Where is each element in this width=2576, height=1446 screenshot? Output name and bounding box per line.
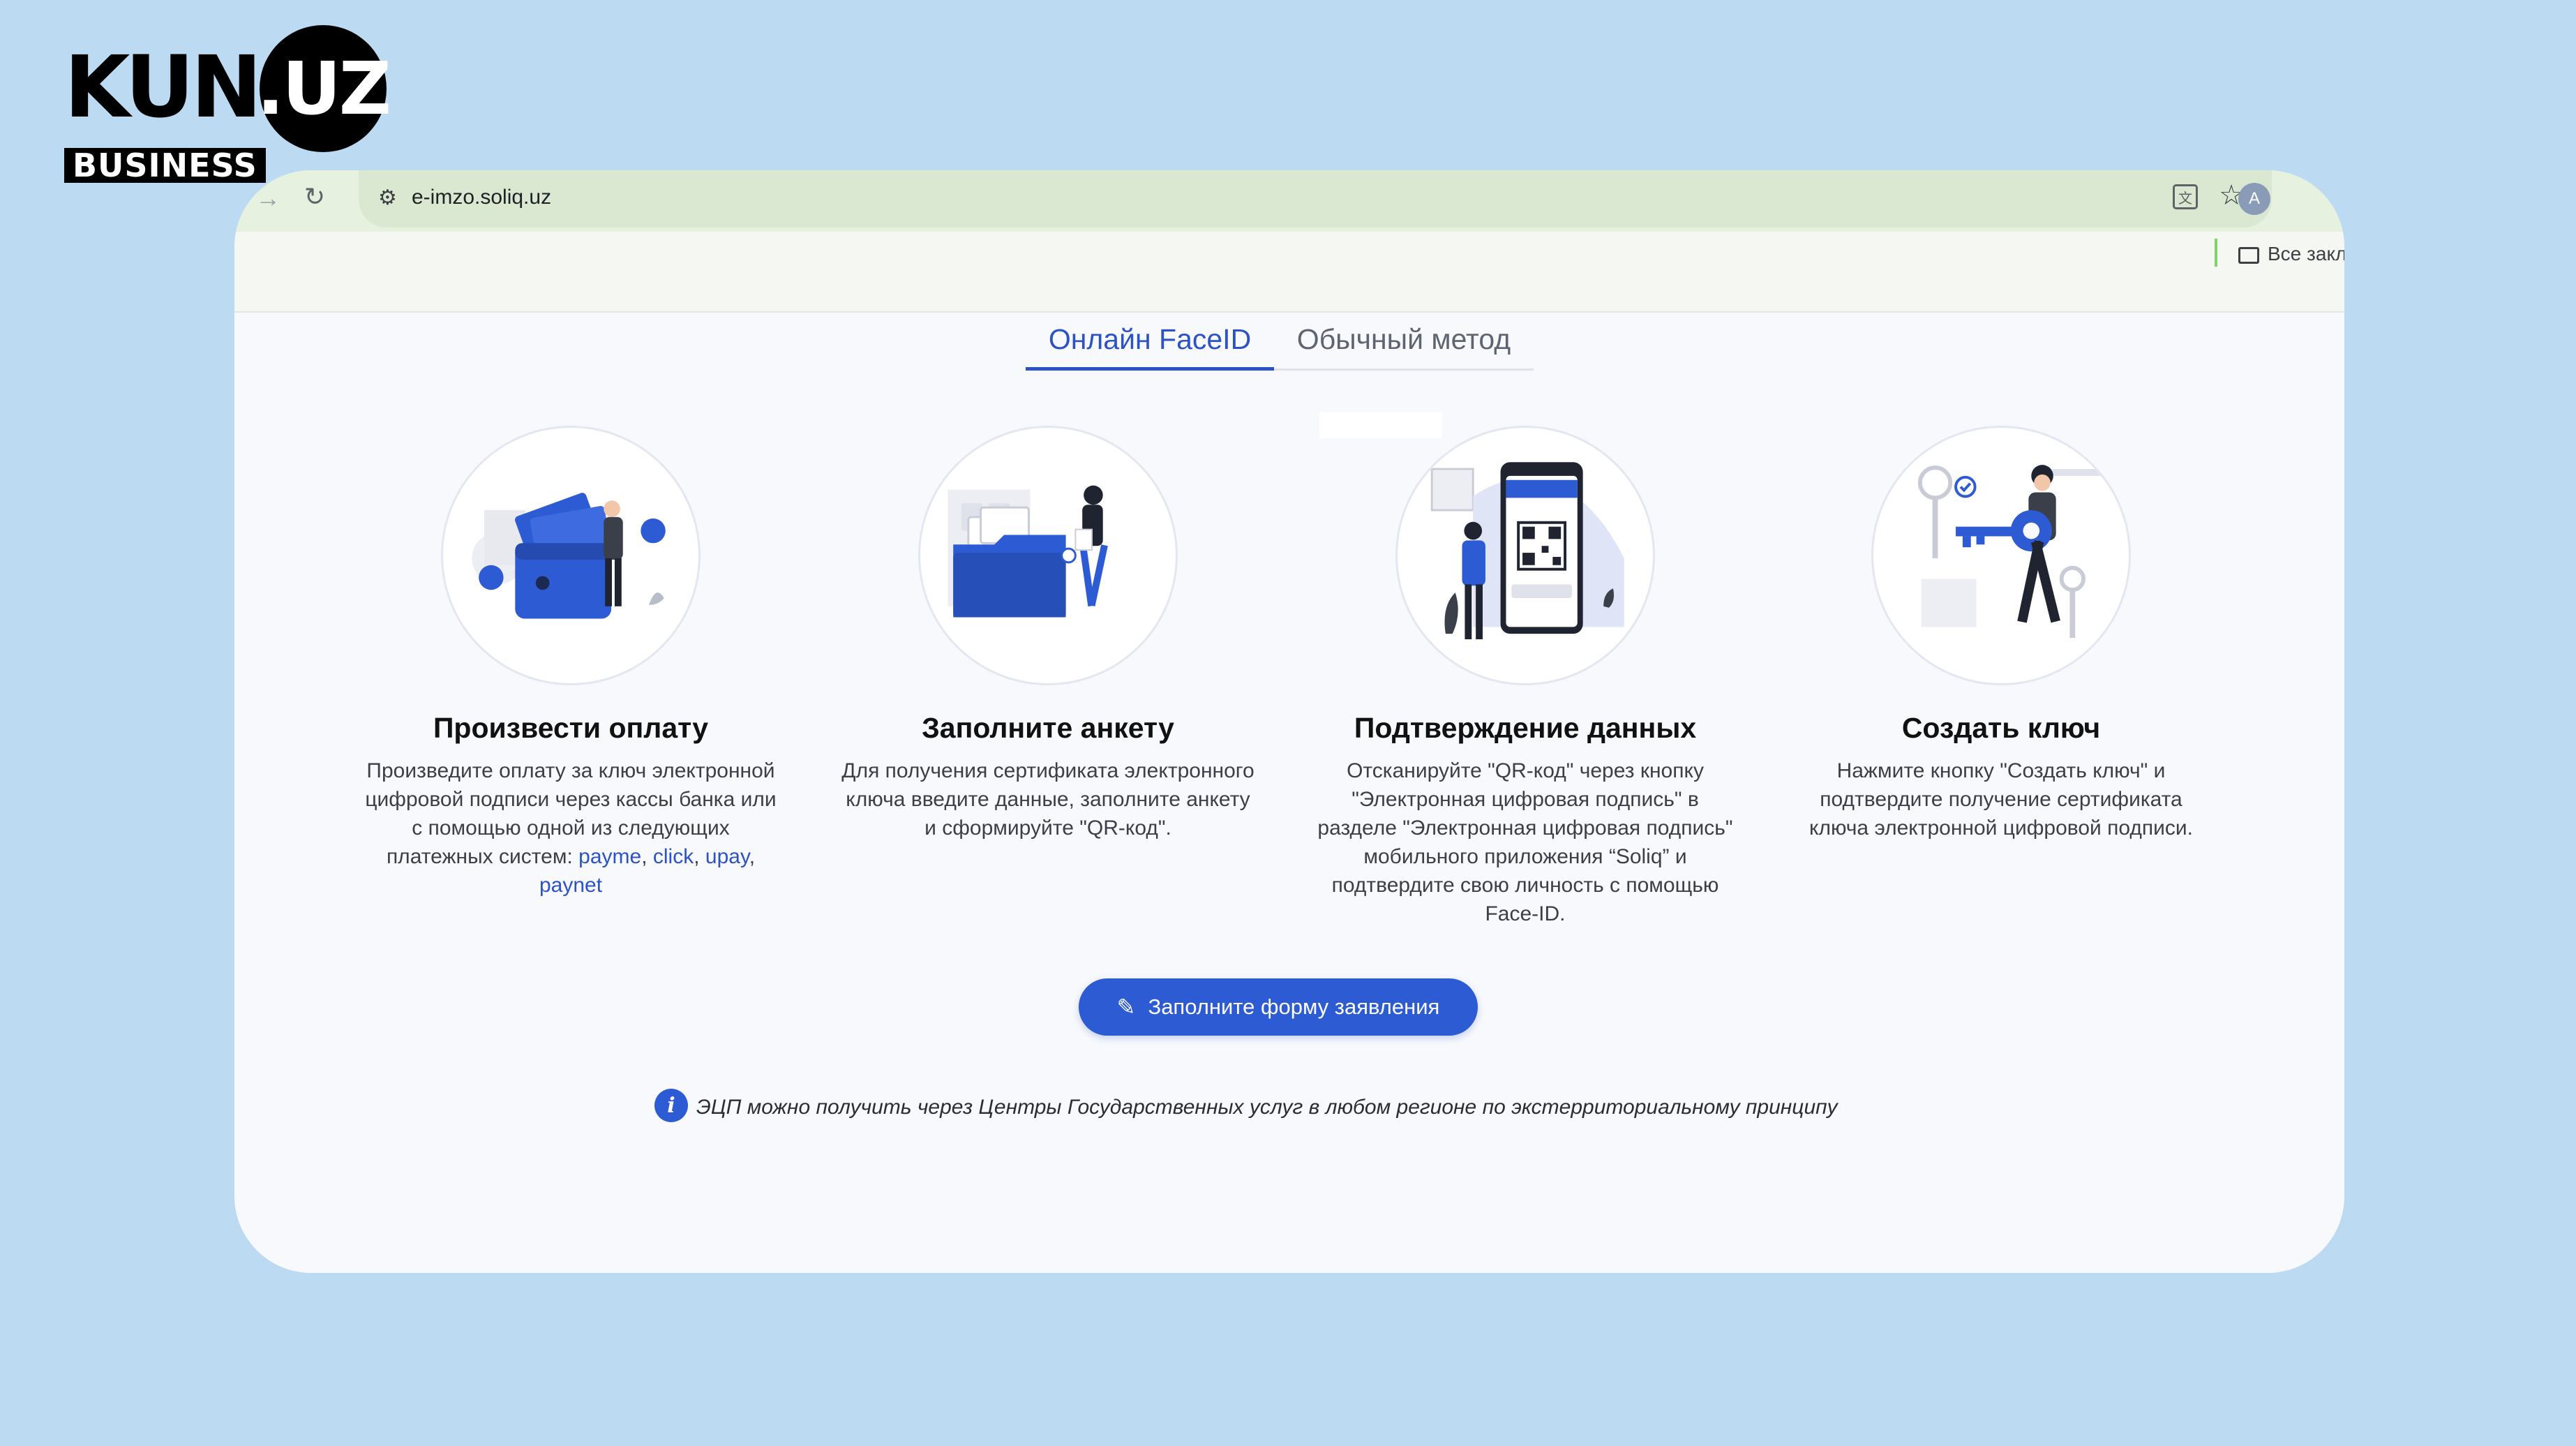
- step-desc-form: Для получения сертификата электронного к…: [841, 759, 1255, 840]
- reload-icon[interactable]: ↻: [304, 184, 325, 209]
- logo-uz-text: .UZ: [256, 46, 391, 131]
- blank-strip: [1319, 412, 1442, 438]
- tab-regular-method[interactable]: Обычный метод: [1274, 310, 1534, 368]
- bookmarks-separator: [2215, 239, 2217, 267]
- method-tabs: Онлайн FaceID Обычный метод: [1026, 310, 1534, 371]
- step-title-form: Заполните анкету: [922, 712, 1174, 744]
- info-note-text: ЭЦП можно получить через Центры Государс…: [696, 1096, 1838, 1119]
- all-bookmarks-folder[interactable]: Все закла: [2238, 243, 2344, 265]
- address-bar[interactable]: ⚙ e-imzo.soliq.uz 文 ☆ A: [359, 170, 2272, 228]
- browser-window: → ↻ ⚙ e-imzo.soliq.uz 文 ☆ A Все закла Он…: [234, 170, 2344, 1273]
- step-desc-payment: Произведите оплату за ключ электронной ц…: [365, 759, 777, 897]
- key-illustration-icon: [1871, 426, 2131, 685]
- all-bookmarks-label: Все закла: [2268, 243, 2344, 264]
- tab-online-faceid[interactable]: Онлайн FaceID: [1026, 310, 1274, 371]
- wallet-illustration-icon: [441, 426, 701, 685]
- translate-icon[interactable]: 文: [2173, 184, 2198, 209]
- bookmarks-bar: [234, 232, 2344, 313]
- fill-application-form-button[interactable]: ✎ Заполните форму заявления: [1079, 978, 1478, 1036]
- logo-kun-text: KUN: [64, 38, 262, 137]
- click-link[interactable]: click: [653, 845, 694, 868]
- qr-phone-illustration-icon: [1395, 426, 1655, 685]
- payme-link[interactable]: payme: [578, 845, 641, 868]
- paynet-link[interactable]: paynet: [539, 874, 602, 897]
- site-settings-icon[interactable]: ⚙: [378, 186, 397, 210]
- url-text[interactable]: e-imzo.soliq.uz: [412, 186, 551, 209]
- folder-icon: [2238, 246, 2259, 264]
- logo-uz-circle: .UZ: [256, 25, 391, 152]
- back-arrow-icon[interactable]: →: [255, 186, 280, 211]
- step-title-create-key: Создать ключ: [1901, 712, 2101, 744]
- step-desc-confirm: Отсканируйте "QR-код" через кнопку "Элек…: [1317, 759, 1733, 925]
- step-title-payment: Произвести оплату: [433, 712, 709, 744]
- profile-avatar[interactable]: A: [2238, 183, 2270, 215]
- upay-link[interactable]: upay: [705, 845, 749, 868]
- pencil-icon: ✎: [1116, 994, 1136, 1020]
- kun-uz-business-logo: KUN .UZ BUSINESS: [64, 25, 399, 183]
- folder-illustration-icon: [918, 426, 1178, 685]
- info-icon: i: [654, 1089, 688, 1122]
- step-desc-create-key: Нажмите кнопку "Создать ключ" и подтверд…: [1809, 759, 2194, 840]
- step-title-confirm: Подтверждение данных: [1354, 712, 1697, 744]
- fill-application-form-label: Заполните форму заявления: [1148, 994, 1440, 1019]
